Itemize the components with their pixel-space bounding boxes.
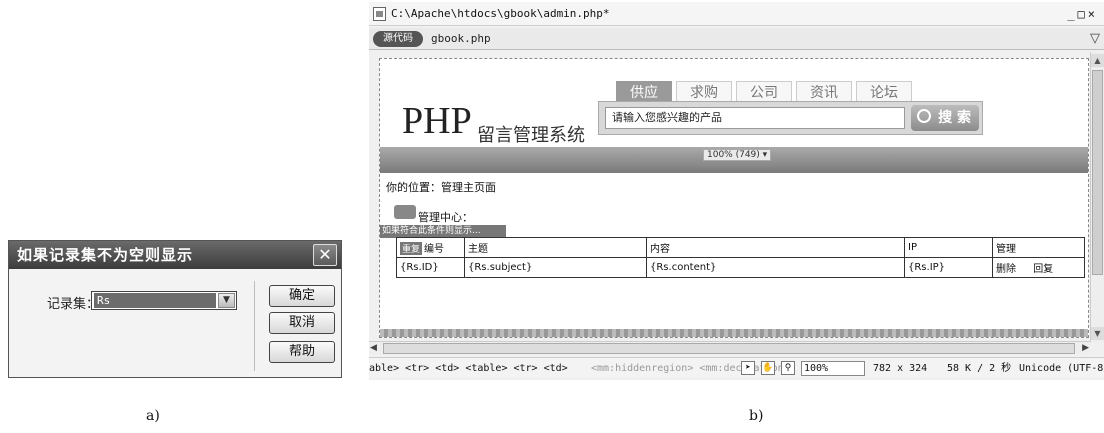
scroll-down-icon[interactable]: ▼ [1091, 327, 1104, 340]
nav-tab-purchase[interactable]: 求购 [676, 81, 732, 103]
pointer-tool-icon[interactable]: ➤ [741, 361, 755, 375]
cell-ip: {Rs.IP} [904, 257, 993, 278]
site-logo-subtitle: 留言管理系统 [477, 125, 585, 146]
search-box: 请输入您感兴趣的产品 搜 索 [598, 101, 983, 135]
dialog-divider [254, 281, 255, 371]
design-canvas[interactable]: PHP 留言管理系统 供应 求购 公司 资讯 论坛 请输入您感兴趣的产品 搜 索… [379, 58, 1089, 338]
table-header-row: 重复 编号 主题 内容 IP 管理 [396, 237, 1085, 258]
window-title-bar: C:\Apache\htdocs\gbook\admin.php* _□× [369, 2, 1104, 26]
reply-link[interactable]: 回复 [1033, 264, 1053, 275]
recordset-select[interactable]: Rs ▼ [91, 291, 237, 310]
window-controls[interactable]: _□× [1067, 2, 1098, 26]
scroll-thumb[interactable] [1092, 70, 1103, 275]
zoom-tool-icon[interactable]: ⚲ [781, 361, 795, 375]
chevron-down-icon[interactable]: ▼ [218, 293, 235, 308]
scroll-up-icon[interactable]: ▲ [1091, 54, 1104, 67]
hscroll-thumb[interactable] [383, 343, 1075, 354]
download-size: 58 K / 2 秒 [947, 363, 1012, 374]
nav-tab-company[interactable]: 公司 [736, 81, 792, 103]
admin-icon [394, 205, 416, 219]
breadcrumb: 你的位置：管理主页面 [386, 181, 496, 194]
header-cell-manage: 管理 [992, 237, 1085, 258]
related-file-tab[interactable]: gbook.php [431, 31, 491, 47]
dialog-title: 如果记录集不为空则显示 [9, 241, 341, 269]
cell-subject: {Rs.subject} [464, 257, 647, 278]
recordset-value: Rs [94, 293, 216, 308]
tag-selector-hidden[interactable]: <mm:hiddenregion> <mm:decoration> [591, 358, 790, 378]
document-tab-bar: 源代码 gbook.php ▽ [369, 28, 1104, 50]
tag-selector-path[interactable]: able> <tr> <td> <table> <tr> <td> [369, 358, 568, 378]
close-icon[interactable]: ✕ [313, 244, 337, 266]
search-input[interactable]: 请输入您感兴趣的产品 [605, 107, 905, 129]
scroll-right-icon[interactable]: ▶ [1082, 342, 1089, 355]
vertical-scrollbar[interactable]: ▲ ▼ [1090, 52, 1104, 342]
header-cell-content: 内容 [646, 237, 905, 258]
figure-caption-b: b) [749, 408, 764, 424]
search-button[interactable]: 搜 索 [911, 105, 979, 131]
ok-button[interactable]: 确定 [269, 285, 335, 307]
site-logo: PHP [402, 100, 472, 142]
search-button-label: 搜 索 [938, 110, 971, 126]
nav-tab-supply[interactable]: 供应 [616, 81, 672, 103]
table-row: {Rs.ID} {Rs.subject} {Rs.content} {Rs.IP… [396, 257, 1085, 278]
cell-id: {Rs.ID} [396, 257, 465, 278]
header-cell-subject: 主题 [464, 237, 647, 258]
message-table: 重复 编号 主题 内容 IP 管理 {Rs.ID} {Rs.subject} {R… [396, 237, 1085, 278]
editor-window: C:\Apache\htdocs\gbook\admin.php* _□× 源代… [369, 2, 1104, 380]
source-code-tab[interactable]: 源代码 [373, 31, 423, 47]
nav-tab-forum[interactable]: 论坛 [856, 81, 912, 103]
status-bar: able> <tr> <td> <table> <tr> <td> <mm:hi… [369, 357, 1104, 378]
cell-content: {Rs.content} [646, 257, 905, 278]
zoom-select[interactable]: 100% [801, 361, 865, 376]
window-size[interactable]: 782 x 324 [873, 358, 927, 378]
header-cell-id: 重复 编号 [396, 237, 465, 258]
show-if-recordset-not-empty-dialog: 如果记录集不为空则显示 ✕ 记录集： Rs ▼ 确定 取消 帮助 [8, 240, 342, 378]
horizontal-scrollbar[interactable]: ◀ ▶ [369, 341, 1090, 354]
table-width-label[interactable]: 100% (749) ▾ [703, 149, 772, 161]
figure-caption-a: a) [146, 408, 160, 424]
encoding: Unicode (UTF-8) [1019, 363, 1104, 374]
admin-center-label: 管理中心： [418, 211, 473, 224]
hand-tool-icon[interactable]: ✋ [761, 361, 775, 375]
help-button[interactable]: 帮助 [269, 341, 335, 363]
footer-decoration [380, 329, 1088, 337]
repeat-region-badge[interactable]: 重复 [400, 242, 423, 255]
document-icon [373, 7, 386, 21]
search-icon [917, 109, 931, 123]
header-cell-ip: IP [904, 237, 993, 258]
filter-icon[interactable]: ▽ [1090, 31, 1100, 46]
nav-tab-news[interactable]: 资讯 [796, 81, 852, 103]
header-id-label: 编号 [424, 244, 445, 255]
cell-manage: 删除 回复 [992, 257, 1085, 278]
scroll-left-icon[interactable]: ◀ [370, 342, 377, 355]
window-title: C:\Apache\htdocs\gbook\admin.php* [391, 7, 610, 20]
cancel-button[interactable]: 取消 [269, 312, 335, 334]
delete-link[interactable]: 删除 [996, 264, 1016, 275]
